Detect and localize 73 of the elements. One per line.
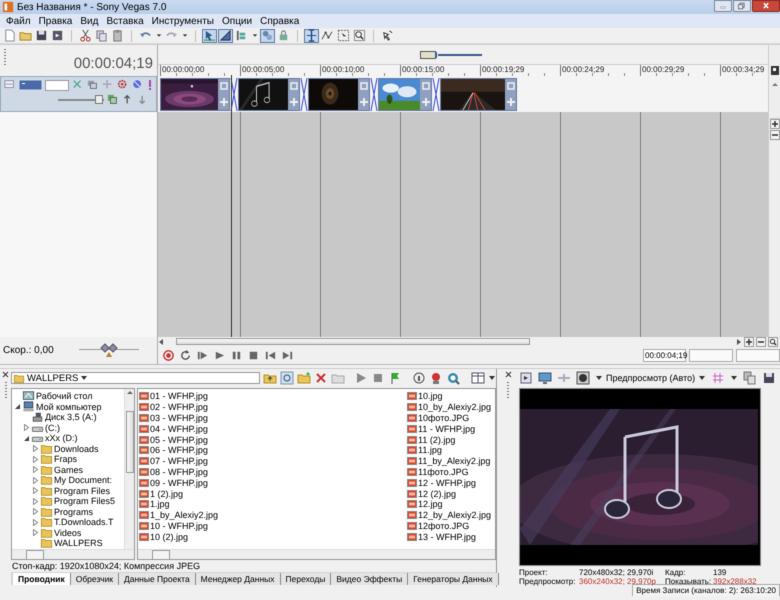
tree-item[interactable]: Мой компьютер	[36, 402, 102, 412]
tree-item[interactable]: Program Files	[54, 486, 110, 496]
file-item[interactable]: 13 - WFHP.jpg	[418, 532, 476, 542]
path-dropdown[interactable]: WALLPERS	[11, 372, 260, 384]
file-item[interactable]: 08 - WFHP.jpg	[150, 466, 208, 477]
window-title: Без Названия * - Sony Vegas 7.0	[17, 2, 166, 12]
file-item[interactable]: 10 (2).jpg	[150, 532, 188, 542]
info-label: Кадр:	[665, 568, 686, 577]
info-label: Проект:	[519, 568, 549, 577]
tab[interactable]: Видео Эффекты	[331, 573, 408, 585]
tab[interactable]: Данные Проекта	[118, 573, 196, 585]
menu-item[interactable]: Файл	[2, 16, 35, 26]
preview-quality-dropdown[interactable]: Предпросмотр (Авто)	[595, 373, 706, 383]
menu-item[interactable]: Инструменты	[148, 16, 218, 26]
file-item[interactable]: 11 - WFHP.jpg	[418, 424, 476, 434]
tab[interactable]: Генераторы Данных	[408, 573, 499, 585]
file-info-text: Стоп-кадр: 1920x1080x24; Компрессия JPEG	[11, 560, 202, 572]
file-item[interactable]: 05 - WFHP.jpg	[150, 434, 208, 445]
file-item[interactable]: 10.jpg	[418, 391, 443, 402]
time-display: 00:00:04;19	[74, 55, 153, 72]
menu-item[interactable]: Опции	[218, 16, 256, 26]
info-value: 360x240x32; 29,970p	[579, 577, 657, 586]
tree-item[interactable]: Program Files5	[54, 496, 116, 506]
file-item[interactable]: 1.jpg	[150, 499, 170, 510]
file-item[interactable]: 11.jpg	[418, 445, 442, 456]
tree-item[interactable]: (C:)	[45, 422, 60, 433]
tab[interactable]: Переходы	[280, 573, 332, 585]
file-item[interactable]: 11фото.JPG	[418, 466, 469, 477]
tree-item[interactable]: Рабочий стол	[36, 391, 92, 402]
tree-item[interactable]: Videos	[54, 528, 82, 538]
info-value: 392x288x32	[713, 577, 758, 586]
info-value: 720x480x32; 29,970i	[579, 568, 654, 577]
menu-item[interactable]: Вид	[76, 16, 102, 26]
tree-item[interactable]: xXx (D:)	[45, 433, 78, 444]
tree-item[interactable]: Games	[54, 464, 84, 475]
tree-item[interactable]: Downloads	[54, 444, 99, 454]
file-item[interactable]: 11_by_Alexiy2.jpg	[418, 456, 490, 466]
status-text: Время Записи (каналов: 2): 263:10:20	[632, 584, 780, 596]
file-item[interactable]: 10_by_Alexiy2.jpg	[418, 402, 492, 412]
tab[interactable]: Обрезчик	[70, 573, 119, 585]
file-item[interactable]: 10 - WFHP.jpg	[150, 520, 208, 531]
file-item[interactable]: 1_by_Alexiy2.jpg	[150, 510, 218, 520]
file-item[interactable]: 02 - WFHP.jpg	[150, 402, 208, 412]
tree-item[interactable]: My Document:	[54, 475, 112, 486]
file-item[interactable]: 10фото.JPG	[418, 412, 470, 423]
tree-item[interactable]: T.Downloads.T	[54, 517, 114, 528]
time-field[interactable]: 00:00:04;19	[643, 348, 686, 362]
file-item[interactable]: 12.jpg	[418, 499, 443, 510]
tab[interactable]: Менеджер Данных	[196, 573, 281, 585]
file-item[interactable]: 06 - WFHP.jpg	[150, 445, 208, 456]
tree-item[interactable]: WALLPERS	[54, 538, 103, 548]
file-item[interactable]: 09 - WFHP.jpg	[150, 478, 208, 488]
file-item[interactable]: 04 - WFHP.jpg	[150, 424, 208, 434]
file-item[interactable]: 1 (2).jpg	[150, 488, 184, 499]
file-item[interactable]: 03 - WFHP.jpg	[150, 412, 208, 423]
rate-label: Скор.: 0,00	[3, 345, 54, 356]
menu-item[interactable]: Вставка	[102, 16, 148, 26]
file-item[interactable]: 11 (2).jpg	[418, 434, 456, 445]
menu-item[interactable]: Правка	[34, 16, 76, 26]
file-item[interactable]: 01 - WFHP.jpg	[150, 391, 208, 402]
tab[interactable]: Проводник	[13, 573, 71, 585]
info-label: Показывать:	[665, 577, 712, 586]
tree-item[interactable]: Диск 3,5 (A:)	[45, 412, 97, 422]
tree-item[interactable]: Fraps	[54, 454, 78, 464]
file-item[interactable]: 07 - WFHP.jpg	[150, 456, 208, 466]
info-value: 139	[713, 568, 728, 577]
menu-item[interactable]: Справка	[256, 16, 304, 26]
tree-item[interactable]: Programs	[54, 506, 94, 517]
info-label: Предпросмотр:	[519, 577, 576, 586]
file-item[interactable]: 12_by_Alexiy2.jpg	[418, 510, 492, 520]
file-item[interactable]: 12 (2).jpg	[418, 488, 456, 499]
file-item[interactable]: 12фото.JPG	[418, 520, 470, 531]
file-item[interactable]: 12 - WFHP.jpg	[418, 478, 476, 488]
